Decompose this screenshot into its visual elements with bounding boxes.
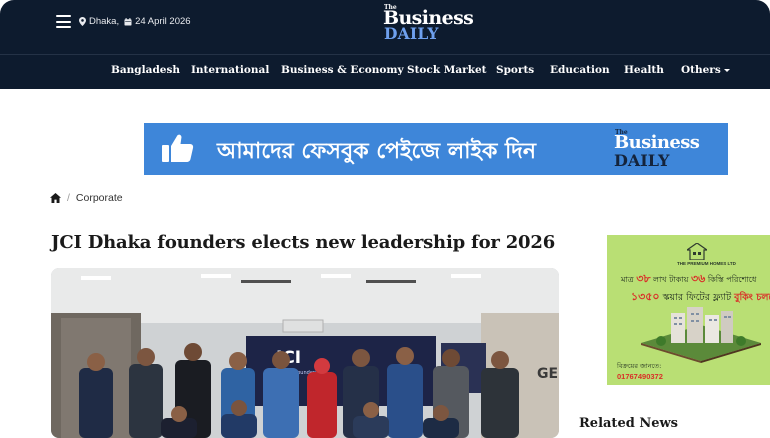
facebook-banner-ad[interactable]: আমাদের ফেসবুক পেইজে লাইক দিন The Busines… xyxy=(144,123,728,175)
menu-icon[interactable] xyxy=(56,15,71,28)
article-photo: JCI Dhaka Founders GE xyxy=(51,268,559,438)
nav-health[interactable]: Health xyxy=(624,64,664,76)
ad-line-2-text: স্কয়ার ফিটের ফ্ল্যাট xyxy=(662,292,732,303)
main-nav: Bangladesh International Business & Econ… xyxy=(0,54,770,89)
ad-line-1-post: কিস্তি পরিশোধে xyxy=(707,275,757,284)
calendar-icon xyxy=(124,17,132,25)
ad-line-1: মাত্র ৩৮ লাখ টাকায় ৩৬ কিস্তি পরিশোধে xyxy=(621,270,756,289)
location-text: Dhaka, xyxy=(89,16,120,27)
site-logo[interactable]: The Business DAILY xyxy=(383,4,493,44)
nav-others-label: Others xyxy=(681,64,721,76)
photo-side-text: GE xyxy=(537,366,558,382)
building-logo-icon xyxy=(687,243,707,260)
banner-logo: The Business DAILY xyxy=(614,127,724,173)
breadcrumb-current[interactable]: Corporate xyxy=(76,192,123,204)
building-illustration xyxy=(641,307,761,363)
banner-text: আমাদের ফেসবুক পেইজে লাইক দিন xyxy=(217,139,536,164)
home-icon[interactable] xyxy=(50,193,61,203)
nav-bangladesh[interactable]: Bangladesh xyxy=(111,64,180,76)
banner-logo-daily: DAILY xyxy=(614,151,670,170)
ad-line-2-tag: বুকিং চলছে xyxy=(734,292,770,303)
banner-logo-business: Business xyxy=(614,132,700,153)
photo-illustration: JCI Dhaka Founders GE xyxy=(51,268,559,438)
nav-others[interactable]: Others xyxy=(681,64,730,76)
ad-line-2-num: ১৩৫০ xyxy=(631,290,660,303)
ad-line-1-mid: লাখ টাকায় xyxy=(653,275,689,284)
top-header: Dhaka, 24 April 2026 The Business DAILY xyxy=(0,0,770,54)
ad-contact-label: বিক্রয়ের জানতে: xyxy=(617,362,662,370)
nav-international[interactable]: International xyxy=(191,64,269,76)
logo-daily: DAILY xyxy=(384,24,439,43)
ad-line-1-pre: মাত্র xyxy=(621,275,634,284)
breadcrumb-separator: / xyxy=(67,192,70,204)
location-date: Dhaka, 24 April 2026 xyxy=(79,16,191,27)
chevron-down-icon xyxy=(723,68,730,72)
side-ad-premium-homes[interactable]: THE PREMIUM HOMES LTD মাত্র ৩৮ লাখ টাকায… xyxy=(607,235,770,385)
related-news-title: Related News xyxy=(579,416,678,431)
breadcrumb: / Corporate xyxy=(50,192,123,204)
ad-phone: 01767490372 xyxy=(617,372,663,381)
ad-line-1-num: ৩৮ xyxy=(636,272,651,285)
nav-sports[interactable]: Sports xyxy=(496,64,534,76)
ad-brand: THE PREMIUM HOMES LTD xyxy=(677,261,736,266)
nav-education[interactable]: Education xyxy=(550,64,610,76)
thumbs-up-icon xyxy=(162,134,194,162)
article-headline: JCI Dhaka founders elects new leadership… xyxy=(51,232,556,253)
date-text: 24 April 2026 xyxy=(135,16,191,27)
nav-stock-market[interactable]: Stock Market xyxy=(407,64,487,76)
nav-business-economy[interactable]: Business & Economy xyxy=(281,64,404,76)
ad-line-1-num2: ৩৬ xyxy=(690,272,706,285)
location-pin-icon xyxy=(79,17,86,26)
